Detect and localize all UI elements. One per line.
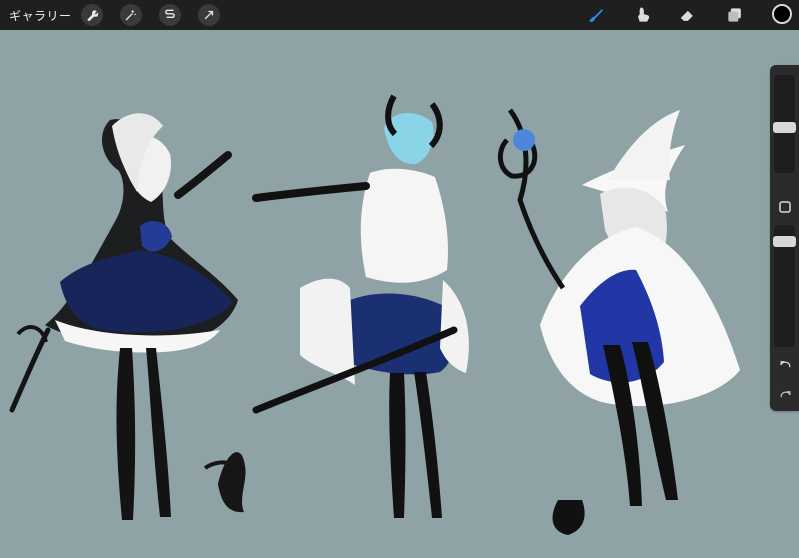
right-character	[497, 108, 740, 535]
selection-icon-svg	[165, 9, 175, 19]
smudge-icon-svg	[638, 7, 650, 22]
modify-button[interactable]	[778, 200, 792, 214]
wrench-icon-svg	[87, 10, 99, 22]
brush-icon[interactable]	[585, 4, 607, 26]
smudge-icon[interactable]	[632, 4, 654, 26]
redo-icon	[780, 390, 790, 397]
top-toolbar: ギャラリー	[0, 0, 799, 30]
center-character	[252, 94, 469, 518]
gallery-button[interactable]: ギャラリー	[9, 7, 72, 24]
brush-sidebar	[770, 65, 799, 411]
magic-wand-icon-svg	[125, 9, 136, 21]
wrench-icon[interactable]	[81, 4, 103, 26]
undo-icon	[780, 360, 790, 367]
left-character	[9, 113, 238, 520]
redo-button[interactable]	[778, 387, 792, 401]
small-sketches	[203, 452, 246, 513]
brush-size-slider-handle[interactable]	[773, 122, 796, 133]
drawing-canvas[interactable]	[0, 30, 799, 558]
selection-icon[interactable]	[159, 4, 181, 26]
procreate-app: ギャラリー	[0, 0, 799, 558]
undo-button[interactable]	[778, 357, 792, 371]
color-swatch-button[interactable]	[772, 4, 792, 24]
magic-wand-icon[interactable]	[120, 4, 142, 26]
transform-icon[interactable]	[198, 4, 220, 26]
artwork-svg	[9, 94, 740, 535]
eraser-icon[interactable]	[676, 4, 698, 26]
eraser-icon-svg	[679, 10, 693, 23]
transform-icon-svg	[204, 10, 214, 20]
layers-icon-svg	[728, 8, 741, 22]
opacity-slider-handle[interactable]	[773, 236, 796, 247]
square-icon	[779, 201, 791, 213]
layers-icon[interactable]	[724, 4, 746, 26]
brush-icon-svg	[589, 9, 603, 22]
